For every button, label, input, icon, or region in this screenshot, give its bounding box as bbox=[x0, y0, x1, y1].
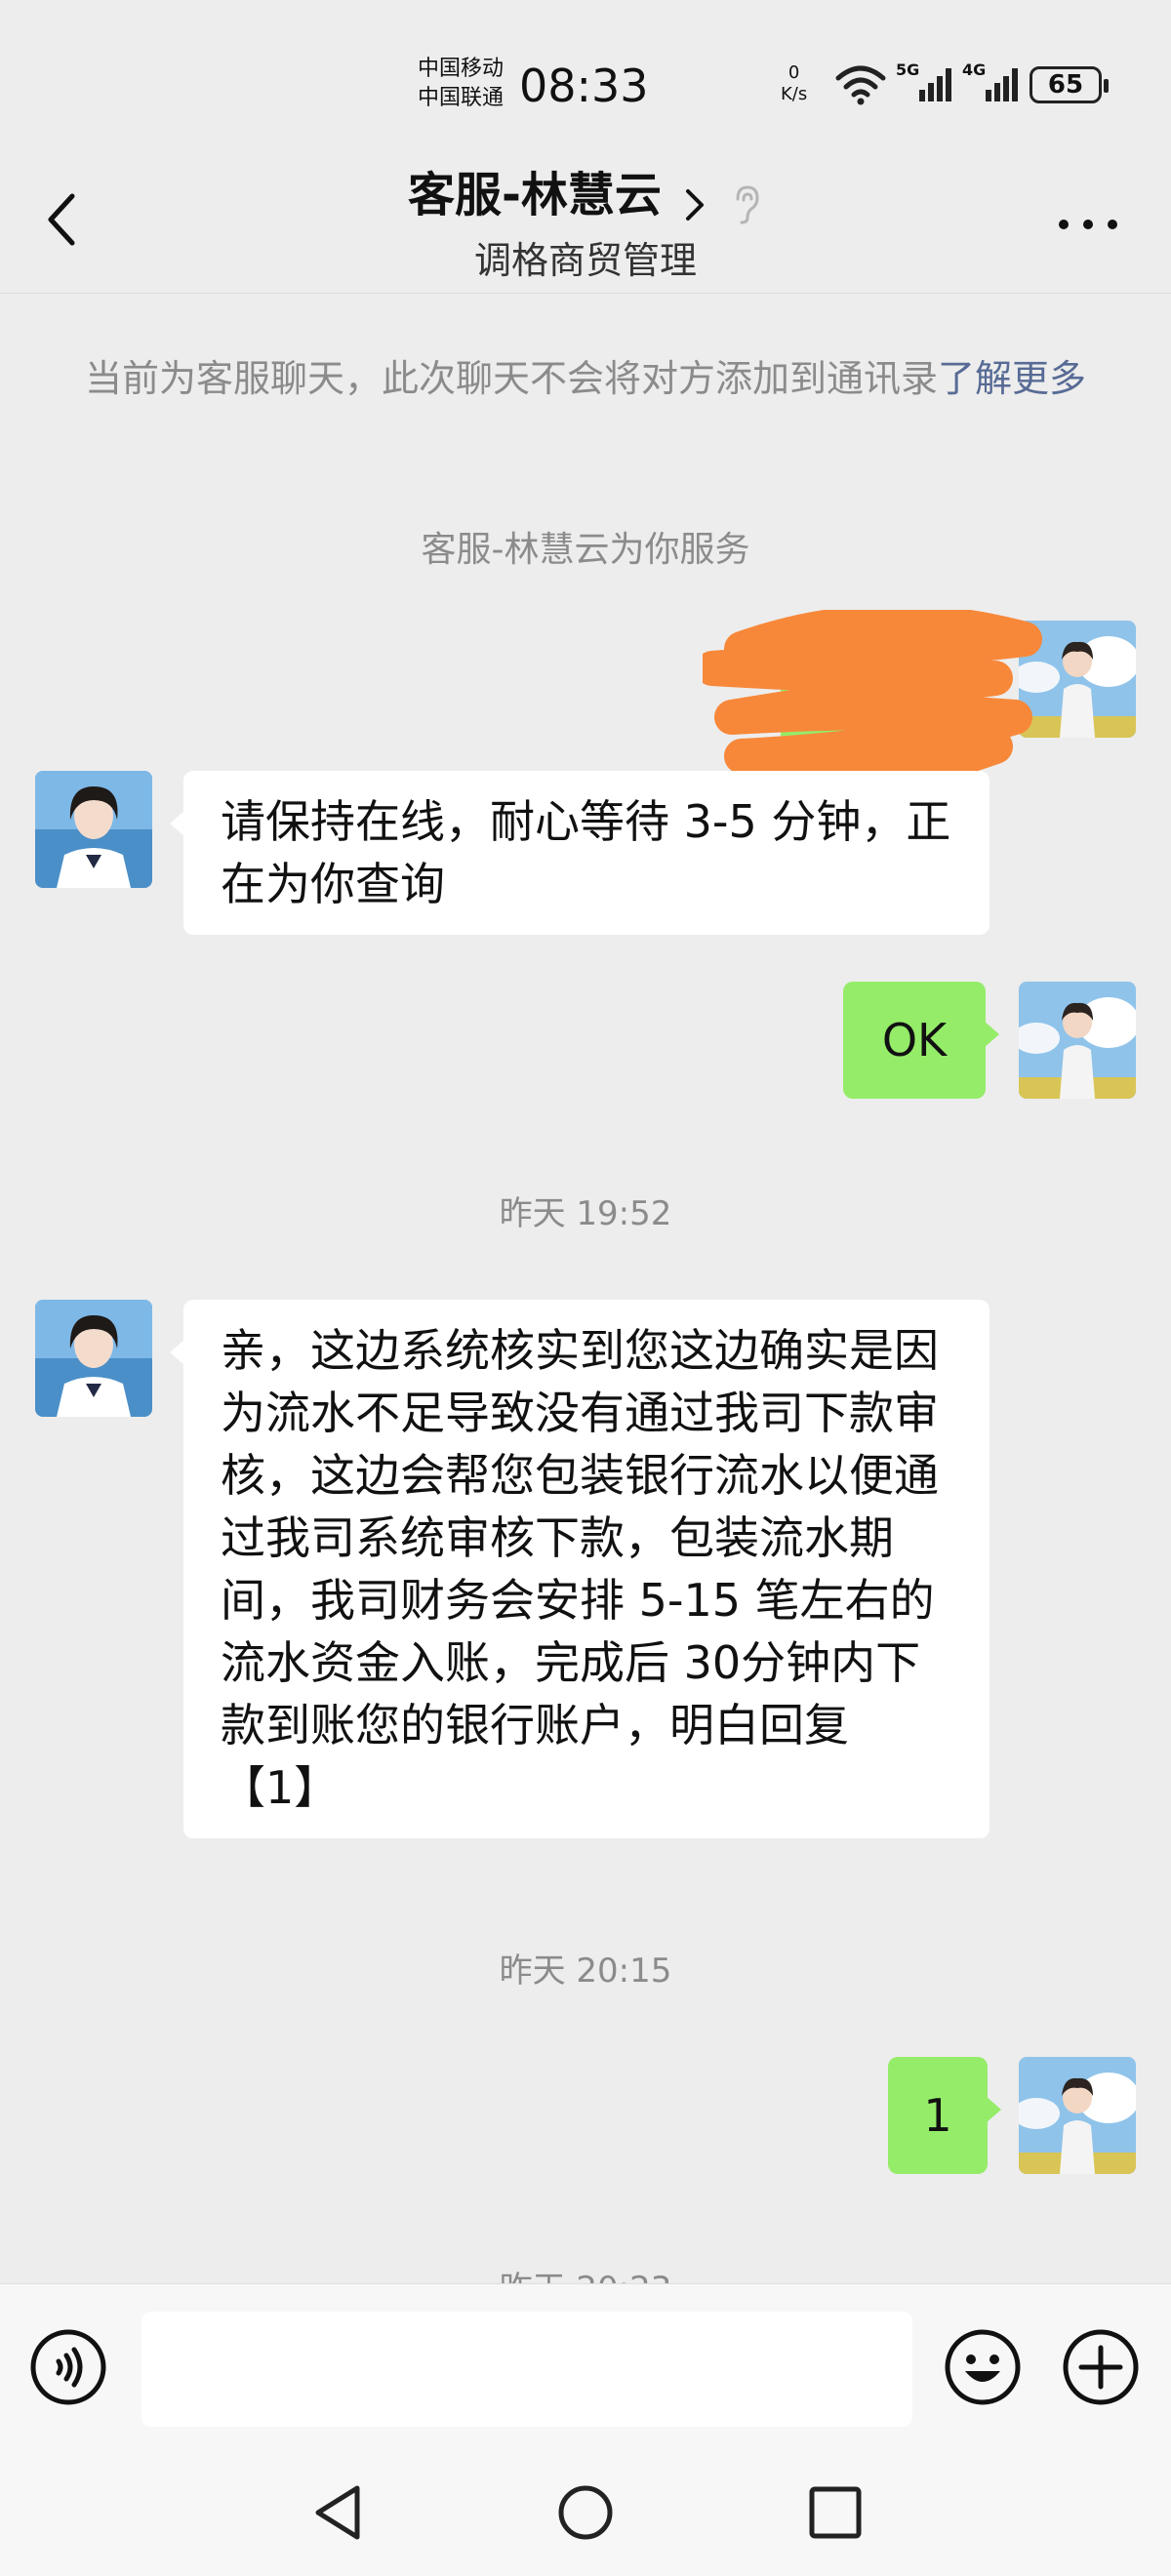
my-avatar[interactable] bbox=[1019, 2057, 1136, 2174]
system-nav-bar bbox=[0, 2449, 1171, 2576]
voice-icon[interactable] bbox=[29, 2328, 107, 2406]
ear-icon bbox=[730, 183, 763, 230]
timestamp: 昨天 19:52 bbox=[499, 1194, 672, 1233]
carrier-2: 中国联通 bbox=[418, 86, 505, 110]
message-bubble-in[interactable]: 请保持在线，耐心等待 3-5 分钟，正在为你查询 bbox=[170, 771, 989, 935]
battery-icon: 65 bbox=[1030, 66, 1109, 103]
carrier-1: 中国移动 bbox=[418, 57, 505, 81]
signal-5g-icon: 5G bbox=[896, 60, 954, 107]
message-bubble-out[interactable]: OK bbox=[843, 982, 999, 1099]
net-speed-unit: K/s bbox=[781, 84, 808, 104]
signal-5g-label: 5G bbox=[896, 60, 920, 79]
message-bubble-in[interactable]: 亲，这边系统核实到您这边确实是因为流水不足导致没有通过我司下款审核，这边会帮您包… bbox=[170, 1300, 989, 1838]
message-bubble-out[interactable]: 1 bbox=[888, 2057, 1001, 2174]
status-bar: 中国移动 中国联通 08:33 0 K/s 5G 4G 65 bbox=[0, 0, 1171, 146]
nav-home-icon[interactable] bbox=[556, 2483, 615, 2546]
nav-recents-icon[interactable] bbox=[808, 2485, 863, 2544]
input-bar bbox=[0, 2283, 1171, 2450]
signal-4g-icon: 4G bbox=[962, 60, 1021, 107]
status-time: 08:33 bbox=[519, 60, 649, 112]
timestamp: 昨天 20:15 bbox=[499, 1952, 672, 1991]
net-speed-value: 0 bbox=[787, 62, 800, 83]
chat-subtitle: 调格商贸管理 bbox=[473, 239, 697, 282]
carrier-labels: 中国移动 中国联通 bbox=[418, 55, 504, 113]
chat-title-row[interactable]: 客服-林慧云 bbox=[0, 156, 1171, 230]
learn-more-link[interactable]: 了解更多 bbox=[938, 357, 1086, 400]
message-input[interactable] bbox=[141, 2312, 912, 2427]
service-avatar[interactable] bbox=[35, 1300, 152, 1417]
service-avatar[interactable] bbox=[35, 771, 152, 888]
my-avatar[interactable] bbox=[1019, 982, 1136, 1099]
signal-4g-label: 4G bbox=[962, 60, 987, 79]
plus-icon[interactable] bbox=[1062, 2328, 1140, 2406]
service-chat-notice: 当前为客服聊天，此次聊天不会将对方添加到通讯录了解更多 bbox=[78, 353, 1093, 404]
chevron-right-icon[interactable] bbox=[684, 185, 707, 228]
chat-header: 客服-林慧云 调格商贸管理 bbox=[0, 146, 1171, 294]
net-speed: 0 K/s bbox=[781, 62, 807, 105]
service-note: 客服-林慧云为你服务 bbox=[421, 530, 750, 570]
nav-back-icon[interactable] bbox=[310, 2482, 365, 2547]
emoji-icon[interactable] bbox=[944, 2328, 1022, 2406]
notice-text: 当前为客服聊天，此次聊天不会将对方添加到通讯录 bbox=[84, 357, 938, 400]
more-dots-icon[interactable] bbox=[1054, 215, 1122, 234]
chat-title[interactable]: 客服-林慧云 bbox=[408, 168, 662, 222]
wifi-icon bbox=[834, 62, 887, 109]
